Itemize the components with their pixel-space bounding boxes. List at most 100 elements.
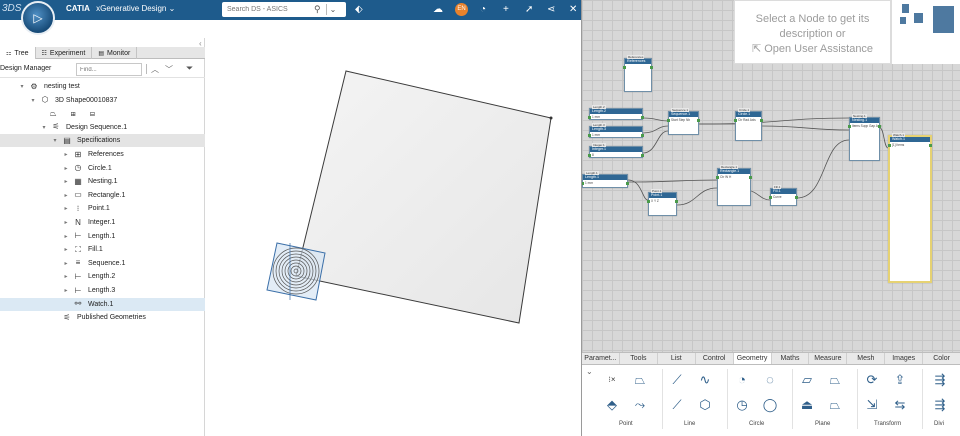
output-port[interactable] bbox=[929, 144, 932, 147]
library-section-label[interactable]: Point bbox=[619, 421, 633, 427]
library-tab[interactable]: Mesh bbox=[847, 353, 886, 364]
chevron-down-icon[interactable]: ⌄ bbox=[327, 5, 339, 14]
input-port[interactable] bbox=[848, 125, 851, 128]
point-xyz-icon[interactable]: ⁝× bbox=[602, 371, 622, 389]
compass-icon[interactable]: ▷ bbox=[21, 1, 55, 35]
tree-row[interactable]: ⚯ Watch.1 bbox=[0, 297, 205, 311]
graph-node-point1[interactable]: Point.1 Point.1 X Y Z bbox=[647, 189, 678, 216]
input-port[interactable] bbox=[623, 66, 626, 69]
collapse-icon[interactable]: ▾ bbox=[40, 124, 48, 131]
expand-icon[interactable]: ▸ bbox=[62, 246, 70, 253]
library-tab[interactable]: Paramet... bbox=[582, 353, 620, 364]
tree-row[interactable]: ⏢ ⊞ ⊟ bbox=[0, 107, 205, 120]
circle-arc-icon[interactable]: ◷ bbox=[732, 396, 752, 414]
expand-icon[interactable]: ▸ bbox=[62, 219, 70, 226]
expand-icon[interactable]: ▸ bbox=[62, 151, 70, 158]
next-result-icon[interactable]: ﹀ bbox=[165, 64, 173, 75]
line-icon[interactable]: ⟋ bbox=[667, 371, 687, 389]
tree-row[interactable]: ▸ ⛶ Fill.1 bbox=[0, 243, 205, 256]
library-tab[interactable]: Control bbox=[696, 353, 734, 364]
library-tab[interactable]: Maths bbox=[772, 353, 810, 364]
polyline-icon[interactable]: ⬡ bbox=[695, 396, 715, 414]
cloud-icon[interactable]: ☁ bbox=[433, 4, 443, 16]
filter-icon[interactable]: ⏷ bbox=[186, 63, 193, 74]
input-port[interactable] bbox=[734, 119, 737, 122]
output-port[interactable] bbox=[650, 66, 653, 69]
rotate-icon[interactable]: ⟳ bbox=[862, 371, 882, 389]
feedback-icon[interactable]: ◔ bbox=[480, 4, 486, 16]
graph-node-sequence1[interactable]: Sequence.1 Sequence.1 Start Step Nb bbox=[667, 108, 700, 135]
expand-icon[interactable]: ▸ bbox=[62, 287, 70, 294]
plane-three-points-icon[interactable]: ⏢ bbox=[825, 396, 845, 414]
expand-icon[interactable]: ▸ bbox=[62, 192, 70, 199]
tools-icon[interactable]: ✕ bbox=[569, 4, 577, 16]
previous-result-icon[interactable]: ︿ bbox=[151, 64, 159, 75]
share-arrow-icon[interactable]: ➚ bbox=[525, 4, 533, 16]
translate-icon[interactable]: ⇲ bbox=[862, 396, 882, 414]
tree-row[interactable]: ▸ ▭ Rectangle.1 bbox=[0, 189, 205, 202]
tree-row[interactable]: ▸ N Integer.1 bbox=[0, 216, 205, 229]
collapse-icon[interactable]: ▾ bbox=[51, 137, 59, 144]
input-port[interactable] bbox=[588, 154, 591, 157]
expand-icon[interactable]: ▸ bbox=[62, 260, 70, 267]
input-port[interactable] bbox=[888, 144, 891, 147]
tree-row[interactable]: ▸ ⊞ References bbox=[0, 148, 205, 161]
tree-row[interactable]: ⚟ Published Geometries bbox=[0, 311, 205, 324]
graph-node-length3[interactable]: Length.3 Length.3 1 mm bbox=[588, 123, 644, 138]
library-tab[interactable]: Tools bbox=[620, 353, 658, 364]
search-input[interactable] bbox=[222, 3, 314, 16]
circle-point-icon[interactable]: ◯ bbox=[760, 396, 780, 414]
output-port[interactable] bbox=[697, 119, 700, 122]
graph-minimap[interactable] bbox=[891, 0, 960, 64]
tree-row[interactable]: ▸ ▦ Nesting.1 bbox=[0, 175, 205, 188]
tree-row[interactable]: ▸ ◷ Circle.1 bbox=[0, 162, 205, 175]
library-section-label[interactable]: Plane bbox=[815, 421, 830, 427]
search-icon[interactable]: ⚲ bbox=[314, 4, 326, 15]
graph-node-length2[interactable]: Length.2 Length.2 1 mm bbox=[588, 105, 644, 120]
library-section-label[interactable]: Transform bbox=[874, 421, 901, 427]
collapse-icon[interactable]: ▾ bbox=[29, 97, 37, 104]
input-port[interactable] bbox=[588, 116, 591, 119]
viewport-canvas[interactable] bbox=[206, 38, 581, 436]
expand-library-icon[interactable]: ⌄ bbox=[586, 367, 593, 376]
graph-node-nesting1[interactable]: Nesting.1 Nesting.1 Items Supp Gap Ang bbox=[848, 114, 881, 161]
output-port[interactable] bbox=[626, 182, 629, 185]
output-port[interactable] bbox=[641, 154, 644, 157]
plane-offset-icon[interactable]: ⏢ bbox=[825, 371, 845, 389]
output-port[interactable] bbox=[749, 176, 752, 179]
graph-node-circle1[interactable]: Circle.1 Circle.1 Ctr Rad Axis bbox=[734, 108, 763, 141]
divide-icon[interactable]: ⇶ bbox=[930, 371, 950, 389]
tree-row[interactable]: ▾ ⚟ Design Sequence.1 bbox=[0, 121, 205, 134]
tree-row[interactable]: ▸ ⊢ Length.2 bbox=[0, 270, 205, 283]
library-tab[interactable]: Color bbox=[923, 353, 960, 364]
library-section-label[interactable]: Divi bbox=[934, 421, 944, 427]
open-user-assistance-link[interactable]: ⇱ Open User Assistance bbox=[735, 42, 890, 57]
input-port[interactable] bbox=[769, 196, 772, 199]
collapse-icon[interactable]: ▾ bbox=[18, 83, 26, 90]
graph-node-fill1[interactable]: Fill.1 Fill.1 Curve bbox=[769, 185, 798, 206]
tag-icon[interactable]: ⬖ bbox=[355, 4, 363, 16]
graph-node-references[interactable]: References References bbox=[623, 55, 653, 92]
tree-row[interactable]: ▸ ⊢ Length.3 bbox=[0, 284, 205, 297]
library-tab[interactable]: Geometry bbox=[733, 353, 772, 364]
plane-icon[interactable]: ⏥ bbox=[797, 371, 817, 389]
point-on-curve-icon[interactable]: ⤳ bbox=[630, 396, 650, 414]
output-port[interactable] bbox=[641, 134, 644, 137]
circle-center-icon[interactable]: ◔ bbox=[732, 371, 752, 389]
expand-icon[interactable]: ▸ bbox=[62, 233, 70, 240]
3d-viewport[interactable] bbox=[206, 38, 581, 436]
app-title[interactable]: CATIA xGenerative Design ⌄ bbox=[66, 4, 175, 13]
output-port[interactable] bbox=[675, 200, 678, 203]
output-port[interactable] bbox=[795, 196, 798, 199]
mirror-icon[interactable]: ⇆ bbox=[890, 396, 910, 414]
chevron-down-icon[interactable]: ⌄ bbox=[169, 4, 176, 13]
graph-node-rectangle1[interactable]: Rectangle.1 Rectangle.1 Ctr W H bbox=[716, 165, 752, 206]
library-section-label[interactable]: Circle bbox=[749, 421, 764, 427]
input-port[interactable] bbox=[716, 176, 719, 179]
scale-icon[interactable]: ⇪ bbox=[890, 371, 910, 389]
tab-monitor[interactable]: ▤ Monitor bbox=[92, 47, 138, 59]
point-on-plane-icon[interactable]: ⏢ bbox=[630, 371, 650, 389]
library-section-label[interactable]: Line bbox=[684, 421, 695, 427]
input-port[interactable] bbox=[588, 134, 591, 137]
library-tab[interactable]: List bbox=[658, 353, 696, 364]
